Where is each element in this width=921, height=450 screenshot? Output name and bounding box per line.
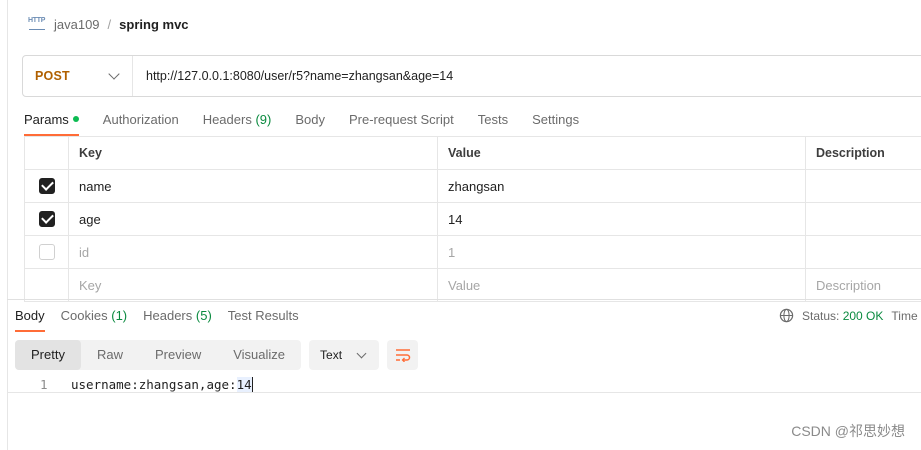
request-name[interactable]: spring mvc — [119, 17, 188, 32]
line-number: 1 — [40, 377, 48, 392]
url-input[interactable]: http://127.0.0.1:8080/user/r5?name=zhang… — [133, 69, 453, 83]
params-header-row: Key Value Description — [24, 137, 921, 170]
param-key-cell[interactable]: age — [69, 203, 438, 235]
params-active-dot — [72, 116, 79, 122]
param-value-cell[interactable]: zhangsan — [438, 170, 806, 202]
chevron-down-icon — [356, 348, 367, 358]
tab-params[interactable]: Params — [24, 110, 79, 136]
column-header-description: Description — [816, 146, 885, 160]
table-row: name zhangsan — [24, 170, 921, 203]
status-label: Status: 200 OK — [802, 308, 884, 323]
wrap-lines-icon — [395, 349, 410, 362]
method-label: POST — [35, 69, 70, 83]
param-checkbox[interactable] — [38, 211, 55, 227]
view-mode-group: Pretty Raw Preview Visualize — [15, 340, 302, 370]
view-pretty-button[interactable]: Pretty — [15, 340, 81, 370]
param-description-cell[interactable] — [806, 236, 921, 268]
breadcrumb: HTTP java109 / spring mvc — [28, 14, 189, 34]
param-value-cell[interactable]: 1 — [438, 236, 806, 268]
tab-headers[interactable]: Headers (9) — [203, 110, 272, 136]
method-select[interactable]: POST — [23, 56, 133, 96]
param-value-cell[interactable]: 14 — [438, 203, 806, 235]
response-tab-test-results[interactable]: Test Results — [228, 306, 299, 332]
view-visualize-button[interactable]: Visualize — [217, 340, 301, 370]
response-body-editor[interactable]: 1 username:zhangsan,age:14 — [7, 375, 921, 393]
time-label[interactable]: Time — [891, 309, 917, 323]
breadcrumb-collection[interactable]: java109 — [54, 17, 100, 32]
response-tab-headers[interactable]: Headers (5) — [143, 306, 212, 332]
new-param-description-input[interactable]: Description — [806, 269, 921, 301]
params-table: Key Value Description name zhangsan age … — [24, 136, 921, 302]
format-select[interactable]: Text — [309, 340, 380, 370]
response-divider[interactable] — [7, 299, 921, 300]
format-label: Text — [320, 348, 343, 362]
view-raw-button[interactable]: Raw — [81, 340, 139, 370]
response-tabs: Body Cookies (1) Headers (5) Test Result… — [15, 306, 315, 332]
response-tab-body[interactable]: Body — [15, 306, 45, 332]
param-key-cell[interactable]: name — [69, 170, 438, 202]
param-checkbox[interactable] — [38, 178, 55, 194]
view-preview-button[interactable]: Preview — [139, 340, 217, 370]
url-bar: POST http://127.0.0.1:8080/user/r5?name=… — [22, 55, 921, 97]
tab-settings[interactable]: Settings — [532, 110, 579, 136]
http-icon: HTTP — [28, 16, 46, 32]
column-header-value: Value — [438, 137, 806, 169]
tab-authorization[interactable]: Authorization — [103, 110, 179, 136]
param-key-cell[interactable]: id — [69, 236, 438, 268]
response-status: Status: 200 OK Time — [779, 308, 918, 323]
request-tabs: Params Authorization Headers (9) Body Pr… — [24, 110, 603, 136]
watermark: CSDN @祁思妙想 — [791, 423, 905, 439]
tab-body[interactable]: Body — [295, 110, 325, 136]
response-tab-cookies[interactable]: Cookies (1) — [61, 306, 127, 332]
response-view-toolbar: Pretty Raw Preview Visualize Text — [15, 340, 419, 370]
globe-icon[interactable] — [779, 308, 794, 323]
new-param-value-input[interactable]: Value — [438, 269, 806, 301]
table-row-new: Key Value Description — [24, 269, 921, 302]
response-body-text[interactable]: username:zhangsan,age:14 — [71, 377, 253, 392]
wrap-lines-button[interactable] — [387, 340, 419, 370]
param-description-cell[interactable] — [806, 203, 921, 235]
breadcrumb-separator: / — [107, 16, 112, 32]
chevron-down-icon — [108, 68, 120, 80]
tab-pre-request-script[interactable]: Pre-request Script — [349, 110, 454, 136]
param-checkbox[interactable] — [38, 244, 55, 260]
table-row: id 1 — [24, 236, 921, 269]
status-code[interactable]: 200 OK — [843, 309, 884, 323]
table-row: age 14 — [24, 203, 921, 236]
tab-tests[interactable]: Tests — [478, 110, 508, 136]
column-header-key: Key — [69, 137, 438, 169]
param-description-cell[interactable] — [806, 170, 921, 202]
new-param-key-input[interactable]: Key — [69, 269, 438, 301]
